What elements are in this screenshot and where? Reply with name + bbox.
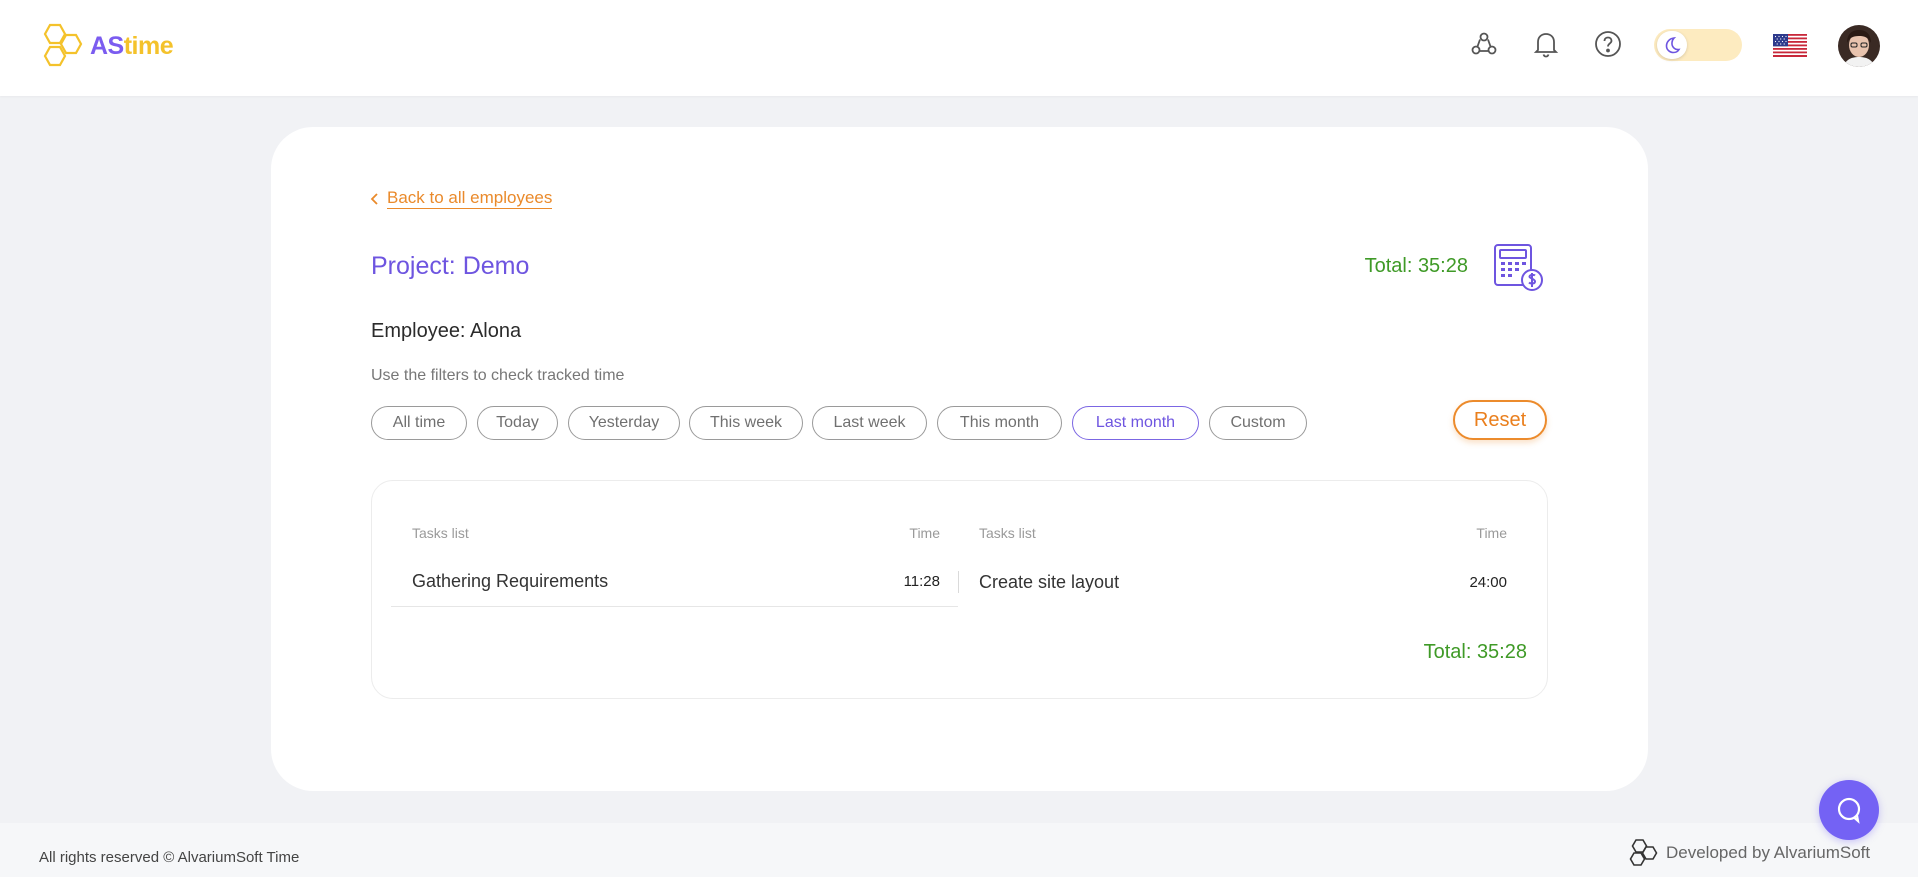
- developed-by-label: Developed by AlvariumSoft: [1666, 843, 1871, 862]
- filter-custom[interactable]: Custom: [1209, 406, 1307, 440]
- honeycomb-logo-icon: [43, 23, 83, 67]
- filter-all-time[interactable]: All time: [371, 406, 467, 440]
- astime-logo[interactable]: AStime: [38, 22, 174, 70]
- filter-this-week[interactable]: This week: [689, 406, 803, 440]
- time-header-right: Time: [1476, 525, 1507, 541]
- total-summary-bottom: Total: 35:28: [1423, 641, 1527, 663]
- task-time: 11:28: [903, 573, 940, 590]
- filter-last-week[interactable]: Last week: [812, 406, 927, 440]
- alvariumsoft-logo-icon: [1629, 839, 1658, 866]
- row-divider: [391, 606, 958, 607]
- task-name: Gathering Requirements: [412, 571, 609, 591]
- top-header: AStime: [0, 0, 1918, 96]
- filter-today[interactable]: Today: [477, 406, 558, 440]
- project-title: Project: Demo: [371, 252, 530, 280]
- back-link-label: Back to all employees: [387, 188, 553, 209]
- logo-text-as: AS: [90, 31, 124, 60]
- copyright-text: All rights reserved © AlvariumSoft Time: [39, 849, 300, 866]
- bell-icon[interactable]: [1530, 28, 1562, 60]
- tasks-header-right: Tasks list: [979, 525, 1036, 541]
- moon-icon: [1657, 31, 1687, 59]
- theme-toggle[interactable]: [1654, 29, 1742, 61]
- total-summary-top: Total: 35:28: [1364, 255, 1468, 277]
- filter-last-month[interactable]: Last month: [1072, 406, 1199, 440]
- reset-button[interactable]: Reset: [1453, 400, 1547, 440]
- task-name: Create site layout: [979, 572, 1120, 592]
- filter-this-month[interactable]: This month: [937, 406, 1062, 440]
- tasks-header-left: Tasks list: [412, 525, 469, 541]
- filter-yesterday[interactable]: Yesterday: [568, 406, 680, 440]
- column-divider: [958, 571, 959, 593]
- us-flag-icon[interactable]: [1773, 34, 1807, 57]
- back-to-employees-link[interactable]: Back to all employees: [370, 188, 553, 209]
- filter-hint: Use the filters to check tracked time: [371, 367, 625, 384]
- calculator-dollar-icon[interactable]: [1492, 243, 1544, 293]
- task-time: 24:00: [1469, 574, 1507, 591]
- chat-bubble-icon: [1837, 797, 1861, 824]
- time-header-left: Time: [909, 525, 940, 541]
- logo-text-time: time: [123, 31, 174, 60]
- employee-name: Employee: Alona: [371, 320, 522, 342]
- help-icon[interactable]: [1592, 28, 1624, 60]
- developed-by-link[interactable]: Developed by AlvariumSoft: [1628, 839, 1870, 867]
- team-icon[interactable]: [1468, 28, 1500, 60]
- user-avatar[interactable]: [1838, 25, 1880, 67]
- chat-support-button[interactable]: [1819, 780, 1879, 840]
- logo-text: AStime: [90, 31, 174, 61]
- chevron-left-icon: [370, 192, 378, 205]
